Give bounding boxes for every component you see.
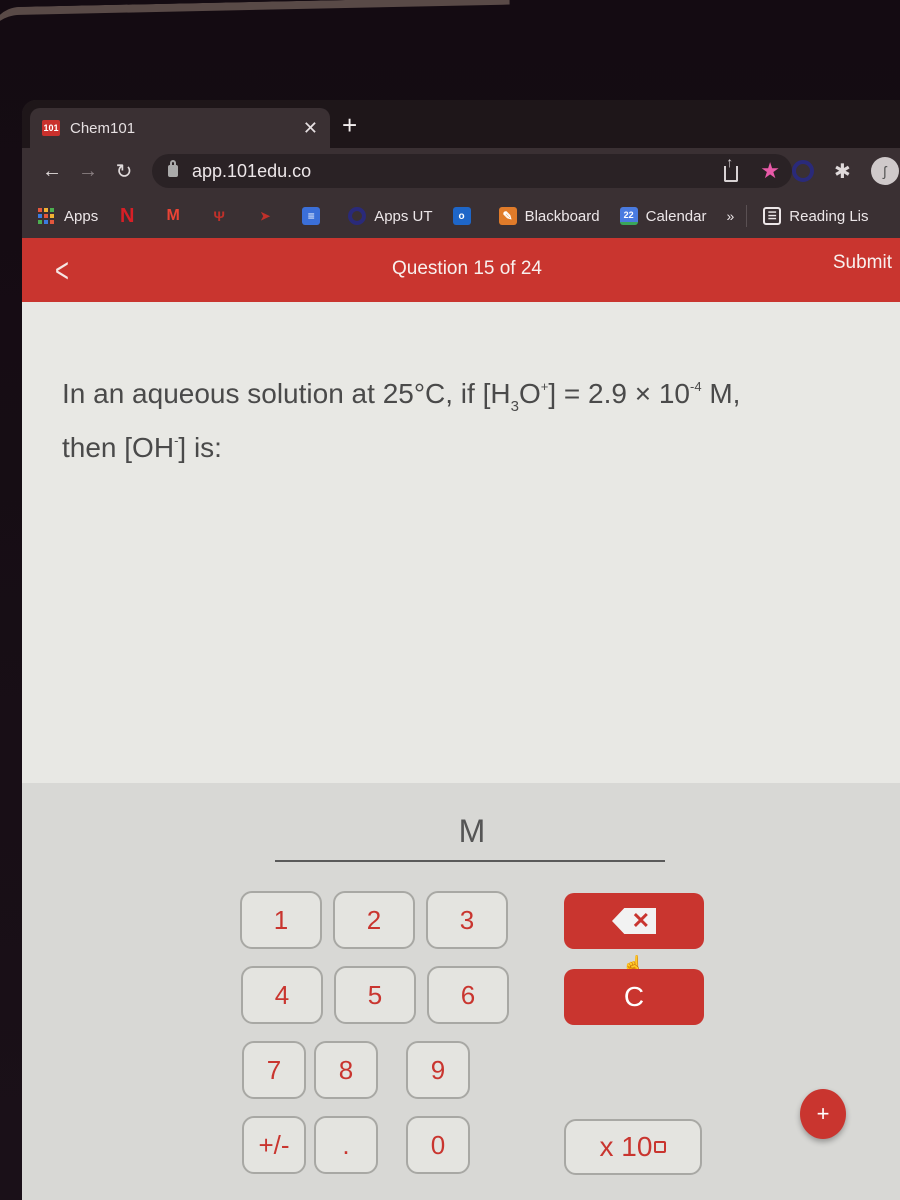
key-1[interactable]: 1 (240, 891, 322, 949)
answer-unit: M (458, 813, 486, 849)
bookmark-netflix[interactable]: N (118, 204, 144, 227)
submit-button[interactable]: Submit (833, 252, 892, 274)
bookmark-star-icon[interactable]: ★ (760, 158, 780, 184)
answer-panel: M 1 2 3 4 5 6 7 8 9 +/- . 0 ✕ ☝ C x 10 + (22, 783, 900, 1200)
question-part: ] = 2.9 × 10 (548, 378, 690, 409)
key-7[interactable]: 7 (242, 1041, 306, 1099)
new-tab-button[interactable]: + (342, 110, 357, 140)
bookmark-calendar[interactable]: 22 Calendar (619, 207, 707, 225)
quiz-header: < Question 15 of 24 Submit (22, 238, 900, 302)
subscript: 3 (510, 398, 519, 415)
share-icon[interactable] (724, 154, 739, 182)
lock-icon[interactable] (168, 160, 178, 177)
forward-arrow-icon[interactable]: → (70, 160, 106, 183)
tab-chem101[interactable]: 101 Chem101 ✕ (30, 108, 330, 148)
key-8[interactable]: 8 (314, 1041, 378, 1099)
bookmarks-overflow-button[interactable]: » (726, 208, 734, 224)
bookmark-apps[interactable]: Apps (38, 208, 98, 225)
blackboard-icon: ✎ (498, 207, 517, 225)
back-arrow-icon[interactable]: ← (34, 160, 70, 183)
bookmarks-divider (746, 205, 748, 227)
calendar-icon: 22 (619, 207, 638, 225)
superscript: -4 (689, 379, 702, 394)
netflix-icon: N (119, 204, 135, 227)
key-plus-minus[interactable]: +/- (242, 1116, 306, 1174)
question-counter: Question 15 of 24 (392, 258, 542, 279)
question-part: In an aqueous solution at 25°C, if [H (62, 378, 511, 409)
question-part: O (518, 378, 541, 409)
chem101-favicon-icon: 101 (42, 120, 60, 136)
backspace-button[interactable]: ✕ (564, 893, 704, 949)
key-5[interactable]: 5 (334, 966, 416, 1024)
bookmark-label: Apps UT (374, 207, 433, 225)
bookmark-gmail[interactable]: M (164, 207, 190, 225)
bookmark-outlook[interactable]: o (452, 207, 479, 225)
exponent-label: x 10 (599, 1131, 653, 1162)
question-part: then [OH (62, 432, 175, 463)
browser-toolbar: ← → ↻ app.101edu.co ★ ✱ ʃ ⋮ (22, 148, 900, 194)
bookmark-blackboard[interactable]: ✎ Blackboard (498, 207, 600, 225)
close-tab-icon[interactable]: ✕ (303, 118, 318, 139)
tab-strip: 101 Chem101 ✕ + (22, 100, 900, 148)
arrow-bookmark-icon: ➤ (260, 209, 271, 223)
answer-input-line[interactable] (275, 860, 665, 862)
extension-ring-icon[interactable] (792, 160, 814, 182)
reading-list-icon: ☰ (763, 207, 782, 225)
bookmark-ut[interactable]: Ψ (210, 207, 236, 225)
question-part: M, (701, 378, 741, 409)
address-bar[interactable]: app.101edu.co ★ (152, 154, 792, 188)
reading-list-label: Reading Lis (789, 207, 869, 225)
reload-icon[interactable]: ↻ (106, 159, 142, 184)
outlook-icon: o (452, 207, 471, 225)
extensions-puzzle-icon[interactable]: ✱ (834, 159, 851, 184)
question-part: ] is: (178, 432, 222, 463)
question-text: In an aqueous solution at 25°C, if [H3O+… (62, 370, 862, 465)
google-docs-icon: ≡ (302, 207, 321, 225)
reading-list-button[interactable]: ☰ Reading Lis (763, 207, 869, 225)
exponent-button[interactable]: x 10 (564, 1119, 702, 1175)
exponent-box-icon (654, 1141, 667, 1153)
add-fab-button[interactable]: + (800, 1089, 846, 1139)
key-4[interactable]: 4 (241, 966, 323, 1024)
key-9[interactable]: 9 (406, 1041, 470, 1099)
ut-logo-icon: Ψ (213, 208, 225, 224)
bookmark-docs[interactable]: ≡ (302, 207, 328, 225)
key-3[interactable]: 3 (426, 891, 508, 949)
bookmarks-bar: Apps N M Ψ ➤ ≡ Apps UT o ✎ Blackboard 22… (22, 194, 900, 238)
gmail-icon: M (166, 207, 180, 224)
browser-window: 101 Chem101 ✕ + ← → ↻ app.101edu.co ★ ✱ … (22, 100, 900, 1200)
apps-grid-icon (38, 208, 54, 224)
tab-title: Chem101 (70, 119, 136, 137)
bookmark-arrow[interactable]: ➤ (256, 207, 282, 225)
bookmark-apps-ut[interactable]: Apps UT (348, 207, 433, 225)
key-2[interactable]: 2 (333, 891, 415, 949)
clear-button[interactable]: C (564, 969, 704, 1025)
ring-icon (348, 207, 367, 225)
url-text[interactable]: app.101edu.co (192, 161, 311, 182)
bookmark-label: Calendar (645, 207, 707, 225)
backspace-icon: ✕ (612, 908, 656, 934)
key-decimal[interactable]: . (314, 1116, 378, 1174)
bookmark-label: Blackboard (524, 207, 600, 225)
key-6[interactable]: 6 (427, 966, 509, 1024)
profile-avatar[interactable]: ʃ (870, 157, 899, 185)
bookmark-label: Apps (64, 207, 99, 225)
quiz-app: < Question 15 of 24 Submit In an aqueous… (22, 238, 900, 1200)
key-0[interactable]: 0 (406, 1116, 470, 1174)
